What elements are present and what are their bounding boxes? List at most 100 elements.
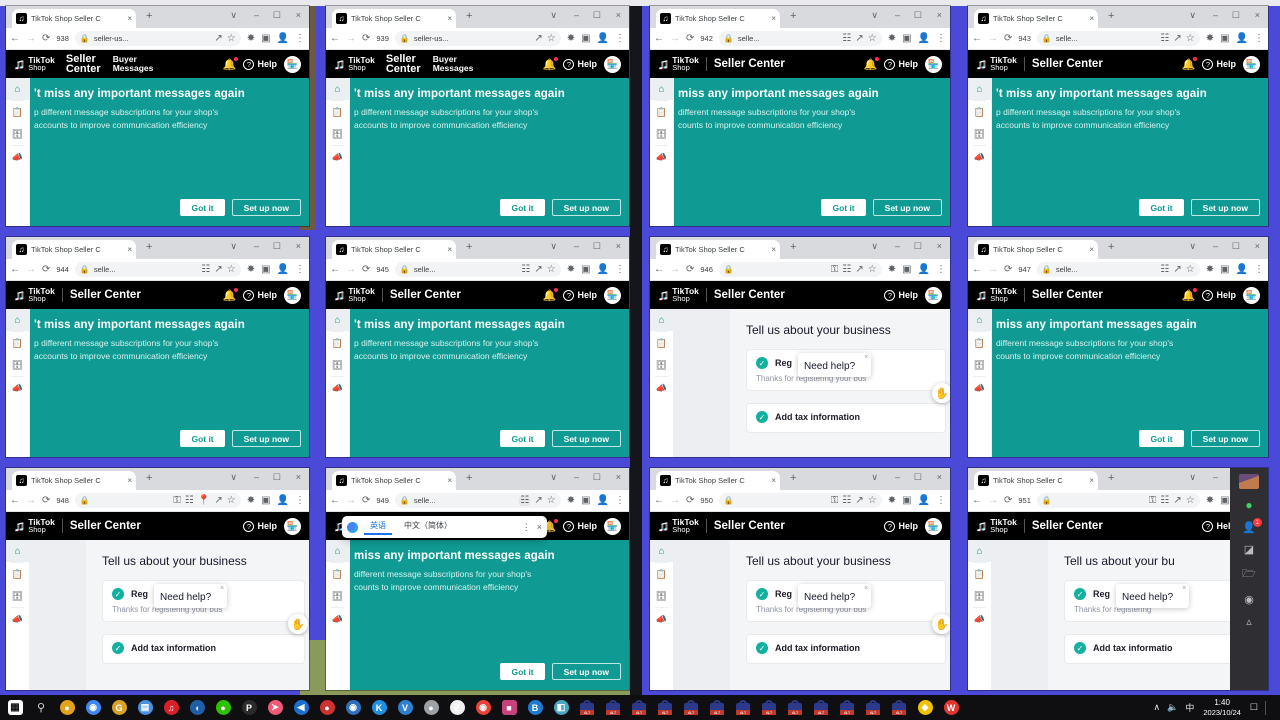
bookmark-star-icon[interactable]: ☆ bbox=[1186, 33, 1195, 44]
bell-icon[interactable]: 🔔 bbox=[543, 287, 559, 302]
browser-toolbar[interactable]: ← → ⟳ 947 🔒 selle... ☷ ↗ ☆ ✸ ▣ 👤 ⋮ bbox=[968, 259, 1268, 281]
reload-button[interactable]: ⟳ bbox=[686, 495, 694, 506]
browser-tab[interactable]: ♫ TikTok Shop Seller C × bbox=[12, 9, 136, 28]
address-bar[interactable]: 🔒 selle... ☷ ↗ ☆ bbox=[74, 262, 241, 277]
share-icon[interactable]: ↗ bbox=[214, 33, 222, 44]
translate-close-icon[interactable]: × bbox=[537, 522, 542, 532]
browser-menu-icon[interactable]: ⋮ bbox=[295, 33, 305, 44]
extensions-icon[interactable]: ✸ bbox=[247, 264, 255, 275]
shop-icon[interactable]: 🏪 bbox=[925, 286, 942, 304]
sidebar-item-orders[interactable]: 📋 bbox=[6, 101, 29, 123]
browser-window-5[interactable]: ♫ TikTok Shop Seller C × + ∨ – ☐ × ← → ⟳… bbox=[6, 237, 309, 457]
browser-toolbar[interactable]: ← → ⟳ 938 🔒 seller-us... ↗ ☆ ✸ ▣ 👤 ⋮ bbox=[6, 28, 309, 50]
browser-toolbar[interactable]: ← → ⟳ 949 🔒 selle... ☷ ↗ ☆ ✸ ▣ 👤 ⋮ bbox=[326, 490, 629, 512]
window-menu-icon[interactable]: ∨ bbox=[230, 472, 237, 482]
reload-button[interactable]: ⟳ bbox=[362, 33, 370, 44]
help-button[interactable]: ? Help bbox=[563, 289, 597, 301]
app-p-icon[interactable]: P bbox=[236, 695, 262, 720]
bitdefender-icon[interactable]: B bbox=[522, 695, 548, 720]
sidebar-item-orders[interactable]: 📋 bbox=[968, 563, 991, 585]
back-button[interactable]: ← bbox=[330, 264, 340, 275]
sidebar-item-marketing[interactable]: 📣 bbox=[650, 146, 673, 168]
new-tab-button[interactable]: + bbox=[146, 242, 152, 253]
seller-center-label[interactable]: Seller Center bbox=[386, 54, 421, 75]
seller-center-label[interactable]: Seller Center bbox=[714, 520, 785, 532]
help-button[interactable]: ? Help bbox=[243, 289, 277, 301]
share-icon[interactable]: ↗ bbox=[855, 495, 863, 506]
address-bar[interactable]: 🔒 selle... ☷ ↗ ☆ bbox=[1036, 262, 1200, 277]
translate-icon[interactable]: ☷ bbox=[521, 264, 530, 275]
address-bar[interactable]: 🔒 selle... ☷ ↗ ☆ bbox=[394, 493, 561, 508]
shop-icon[interactable]: 🏪 bbox=[284, 55, 301, 73]
back-button[interactable]: ← bbox=[972, 33, 982, 44]
help-button[interactable]: ? Help bbox=[884, 289, 918, 301]
sidebar-item-orders[interactable]: 📋 bbox=[326, 563, 349, 585]
translate-popup[interactable]: 英语 中文（简体） ⋮ × bbox=[342, 516, 547, 538]
sidebar-item-products[interactable]: 🗄 bbox=[650, 123, 673, 145]
tab-close-icon[interactable]: × bbox=[1089, 476, 1094, 485]
tab-close-icon[interactable]: × bbox=[127, 476, 132, 485]
browser-toolbar[interactable]: ← → ⟳ 948 🔒 ⚿ ☷ 📍 ↗ ☆ ✸ ▣ 👤 ⋮ bbox=[6, 490, 309, 512]
seller-center-label[interactable]: Seller Center bbox=[70, 289, 141, 301]
password-key-icon[interactable]: ⚿ bbox=[831, 495, 839, 506]
bell-icon[interactable]: 🔔 bbox=[543, 56, 559, 71]
seller-side-rail[interactable]: ⌂ 📋 🗄 📣 bbox=[968, 540, 992, 690]
got-it-button[interactable]: Got it bbox=[821, 199, 866, 216]
window-menu-icon[interactable]: ∨ bbox=[230, 241, 237, 251]
back-button[interactable]: ← bbox=[654, 33, 664, 44]
browser-toolbar[interactable]: ← → ⟳ 945 🔒 selle... ☷ ↗ ☆ ✸ ▣ 👤 ⋮ bbox=[326, 259, 629, 281]
side-panel-icon[interactable]: ▣ bbox=[1220, 33, 1229, 44]
browser-tab-strip[interactable]: ♫ TikTok Shop Seller C × + ∨ – ☐ × bbox=[968, 6, 1268, 28]
sidebar-item-home[interactable]: ⌂ bbox=[326, 78, 349, 100]
address-bar[interactable]: 🔒 selle... ☷ ↗ ☆ bbox=[718, 31, 882, 46]
got-it-button[interactable]: Got it bbox=[180, 199, 225, 216]
close-window-button[interactable]: × bbox=[296, 241, 301, 251]
new-tab-button[interactable]: + bbox=[1108, 473, 1114, 484]
share-icon[interactable]: ↗ bbox=[855, 33, 863, 44]
side-panel-icon[interactable]: ▣ bbox=[902, 33, 911, 44]
tiktok-shop-logo[interactable]: ♫ TikTok Shop bbox=[658, 286, 699, 304]
sidebar-item-marketing[interactable]: 📣 bbox=[326, 146, 349, 168]
locked-window-icon[interactable]: ALT bbox=[678, 695, 704, 720]
seller-side-rail[interactable]: ⌂ 📋 🗄 📣 bbox=[326, 309, 350, 457]
app-z-icon[interactable]: Ƶ bbox=[444, 695, 470, 720]
close-icon[interactable]: × bbox=[864, 585, 868, 592]
wps-icon[interactable]: W bbox=[938, 695, 964, 720]
password-key-icon[interactable]: ⚿ bbox=[1149, 495, 1157, 506]
got-it-button[interactable]: Got it bbox=[500, 430, 545, 447]
chat-icon[interactable]: ● bbox=[1245, 498, 1252, 512]
shop-icon[interactable]: 🏪 bbox=[1243, 286, 1260, 304]
tax-information-card[interactable]: ✓ Add tax information bbox=[746, 403, 946, 433]
set-up-now-button[interactable]: Set up now bbox=[231, 430, 301, 447]
tab-close-icon[interactable]: × bbox=[447, 245, 452, 254]
share-icon[interactable]: ↗ bbox=[1173, 264, 1181, 275]
new-tab-button[interactable]: + bbox=[466, 11, 472, 22]
sidebar-item-orders[interactable]: 📋 bbox=[326, 101, 349, 123]
close-window-button[interactable]: × bbox=[937, 241, 942, 251]
tray-chevron-icon[interactable]: ∧ bbox=[1154, 702, 1161, 713]
share-icon[interactable]: ↗ bbox=[855, 264, 863, 275]
translate-icon[interactable]: ☷ bbox=[842, 495, 851, 506]
maximize-button[interactable]: ☐ bbox=[593, 10, 601, 20]
back-button[interactable]: ← bbox=[654, 495, 664, 506]
help-button[interactable]: ? Help bbox=[884, 520, 918, 532]
seller-center-label[interactable]: Seller Center bbox=[66, 54, 101, 75]
translate-icon[interactable]: ☷ bbox=[842, 33, 851, 44]
bell-icon[interactable]: 🔔 bbox=[1182, 56, 1198, 71]
minimize-button[interactable]: – bbox=[574, 241, 579, 251]
sidebar-item-home[interactable]: ⌂ bbox=[326, 309, 349, 331]
locked-window-icon[interactable]: ALT bbox=[886, 695, 912, 720]
tax-information-card[interactable]: ✓ Add tax information bbox=[102, 634, 305, 664]
app-pink-icon[interactable]: ■ bbox=[496, 695, 522, 720]
locked-window-icon[interactable]: ALT bbox=[652, 695, 678, 720]
sidebar-item-orders[interactable]: 📋 bbox=[968, 101, 991, 123]
forward-button[interactable]: → bbox=[988, 33, 998, 44]
help-button[interactable]: ? Help bbox=[563, 58, 597, 70]
browser-menu-icon[interactable]: ⋮ bbox=[936, 264, 946, 275]
address-bar[interactable]: 🔒 ⚿ ☷ ↗ ☆ bbox=[718, 262, 882, 277]
sidebar-item-products[interactable]: 🗄 bbox=[650, 585, 673, 607]
profile-avatar-icon[interactable]: 👤 bbox=[277, 264, 289, 275]
side-panel-icon[interactable]: ▣ bbox=[902, 495, 911, 506]
sidebar-item-products[interactable]: 🗄 bbox=[6, 354, 29, 376]
reload-button[interactable]: ⟳ bbox=[42, 33, 50, 44]
